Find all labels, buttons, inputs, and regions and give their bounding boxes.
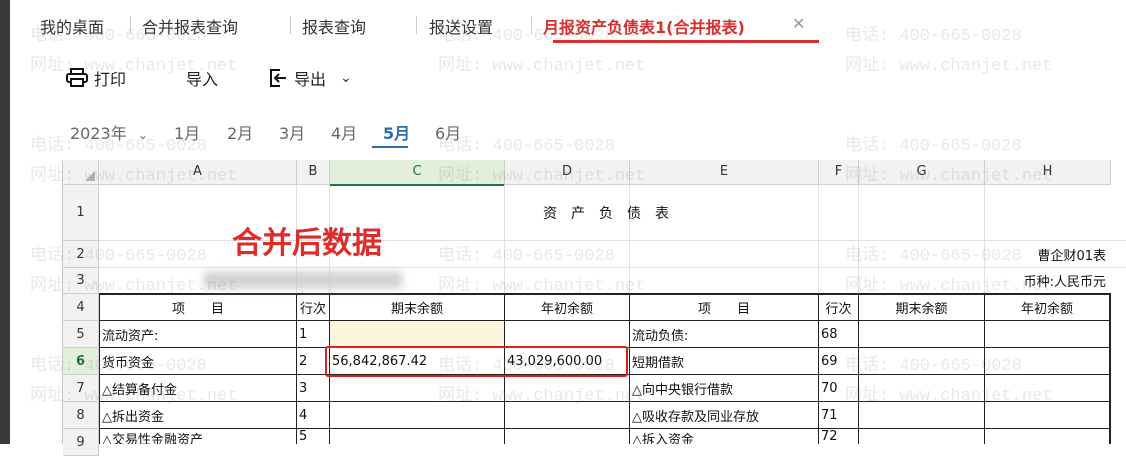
blurred-company-name <box>203 271 403 289</box>
row-header-8[interactable]: 8 <box>63 402 99 429</box>
tab-monthly-balance-sheet[interactable]: 月报资产负债表1(合并报表) <box>543 14 745 38</box>
cell-a6[interactable]: 货币资金 <box>100 348 296 374</box>
header-item-right: 项 目 <box>697 302 750 317</box>
export-icon <box>270 69 286 87</box>
printer-icon <box>66 68 88 87</box>
left-edge-strip <box>0 0 10 444</box>
watermark: 网址: www.chanjet.net <box>438 57 646 76</box>
watermark: 电话: 400-665-0028 <box>845 137 1022 156</box>
column-header-e[interactable]: E <box>630 160 819 185</box>
tab-separator <box>290 16 291 34</box>
chevron-down-icon: ⌄ <box>137 128 148 142</box>
cell-f5[interactable]: 68 <box>819 321 858 347</box>
tab-separator <box>416 16 417 34</box>
header-end-balance: 期末余额 <box>390 302 443 317</box>
cell-a7[interactable]: △结算备付金 <box>100 375 296 401</box>
selected-month-indicator <box>372 146 408 148</box>
form-code: 曹企财01表 <box>1037 248 1106 264</box>
cell-e5[interactable]: 流动负债: <box>630 321 818 347</box>
month-2[interactable]: 2月 <box>227 120 253 144</box>
tab-my-desktop[interactable]: 我的桌面 <box>40 14 104 38</box>
row-header-3[interactable]: 3 <box>63 268 99 294</box>
tab-consolidated-query[interactable]: 合并报表查询 <box>142 14 238 38</box>
cell-a9[interactable]: △交易性金融资产 <box>100 429 296 444</box>
row-header-6[interactable]: 6 <box>63 348 99 375</box>
header-end-balance-right: 期末余额 <box>895 302 948 317</box>
header-begin-balance: 年初余额 <box>540 302 593 317</box>
select-all-corner[interactable] <box>63 160 99 185</box>
tab-submission-settings[interactable]: 报送设置 <box>429 14 493 38</box>
column-header-h[interactable]: H <box>985 160 1111 185</box>
row-header-2[interactable]: 2 <box>63 241 99 268</box>
cell-b5[interactable]: 1 <box>297 321 329 347</box>
month-5[interactable]: 5月 <box>383 120 410 144</box>
export-label: 导出 <box>294 70 327 89</box>
column-header-d[interactable]: D <box>505 160 630 185</box>
close-icon[interactable]: ✕ <box>792 14 805 33</box>
header-item: 项 目 <box>171 302 224 317</box>
column-header-b[interactable]: B <box>297 160 330 185</box>
watermark: 电话: 400-665-0028 <box>438 137 615 156</box>
watermark: 网址: www.chanjet.net <box>845 57 1053 76</box>
currency-label: 币种:人民币元 <box>1023 275 1106 290</box>
grid-line <box>99 267 1126 268</box>
cell-a8[interactable]: △拆出资金 <box>100 402 296 428</box>
header-line-no: 行次 <box>299 302 326 317</box>
month-1[interactable]: 1月 <box>174 120 200 144</box>
tab-separator <box>531 16 532 34</box>
print-button[interactable]: 打印 <box>66 66 126 90</box>
print-label: 打印 <box>94 70 127 89</box>
row-header-1[interactable]: 1 <box>63 185 99 241</box>
header-line-no-right: 行次 <box>825 302 852 317</box>
cell-f6[interactable]: 69 <box>819 348 858 374</box>
table-border <box>1109 293 1111 444</box>
cell-e8[interactable]: △吸收存款及同业存放 <box>630 402 818 428</box>
month-3[interactable]: 3月 <box>279 120 305 144</box>
row-header-4[interactable]: 4 <box>63 294 99 321</box>
month-4[interactable]: 4月 <box>331 120 357 144</box>
import-label: 导入 <box>186 70 219 89</box>
cell-b8[interactable]: 4 <box>297 402 329 428</box>
cell-e9[interactable]: △拆入资金 <box>630 429 818 444</box>
month-6[interactable]: 6月 <box>435 120 461 144</box>
year-select[interactable]: 2023年 ⌄ <box>70 120 148 144</box>
cell-e6[interactable]: 短期借款 <box>630 348 818 374</box>
cell-f9[interactable]: 72 <box>819 429 858 444</box>
year-value: 2023年 <box>70 124 127 143</box>
column-header-a[interactable]: A <box>99 160 297 185</box>
cell-e7[interactable]: △向中央银行借款 <box>630 375 818 401</box>
row-header-9[interactable]: 9 <box>63 429 99 456</box>
column-header-c[interactable]: C <box>330 160 505 186</box>
active-tab-indicator <box>553 40 819 43</box>
row-header-7[interactable]: 7 <box>63 375 99 402</box>
column-header-f[interactable]: F <box>819 160 859 185</box>
header-begin-balance-right: 年初余额 <box>1020 302 1073 317</box>
chevron-down-icon: ⌄ <box>340 70 352 86</box>
export-button[interactable]: 导出 ⌄ <box>268 66 352 90</box>
cell-a5[interactable]: 流动资产: <box>100 321 296 347</box>
row-header-5[interactable]: 5 <box>63 321 99 348</box>
spreadsheet[interactable]: A B C D E F G H 1 2 3 4 5 6 7 8 9 资产负债表 … <box>62 160 1126 456</box>
cell-c5[interactable] <box>330 321 504 347</box>
import-button[interactable]: 导入 <box>186 66 218 90</box>
tab-bar: 我的桌面 合并报表查询 报表查询 报送设置 月报资产负债表1(合并报表) ✕ <box>10 0 1126 52</box>
cell-b9[interactable]: 5 <box>297 429 329 444</box>
tab-report-query[interactable]: 报表查询 <box>302 14 366 38</box>
cell-b7[interactable]: 3 <box>297 375 329 401</box>
highlight-box <box>325 346 628 377</box>
cell-f7[interactable]: 70 <box>819 375 858 401</box>
tab-separator <box>130 16 131 34</box>
annotation-text: 合并后数据 <box>232 226 382 261</box>
column-header-g[interactable]: G <box>859 160 985 185</box>
cell-f8[interactable]: 71 <box>819 402 858 428</box>
